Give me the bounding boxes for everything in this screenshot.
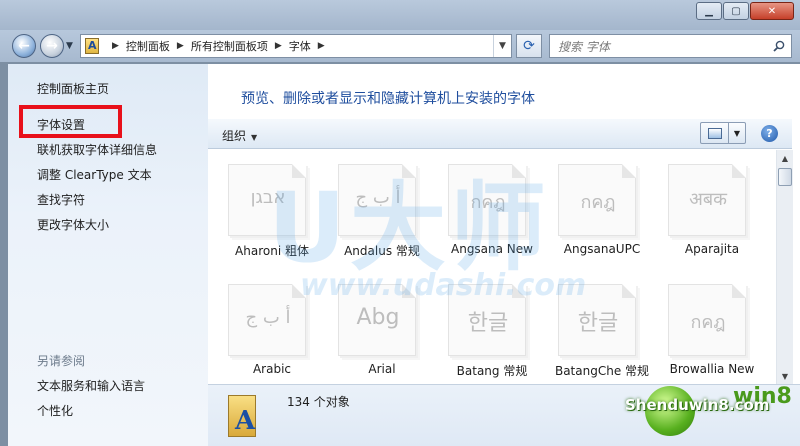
organize-button[interactable]: 组织 ▼ bbox=[222, 127, 257, 144]
organize-label: 组织 bbox=[222, 129, 247, 143]
font-sample: أ ب ج bbox=[245, 307, 291, 328]
get-font-info-online-link[interactable]: 联机获取字体详细信息 bbox=[37, 141, 157, 158]
find-character-link[interactable]: 查找字符 bbox=[37, 191, 85, 208]
back-button[interactable]: ← bbox=[12, 34, 36, 58]
control-panel-home-link[interactable]: 控制面板主页 bbox=[37, 80, 109, 97]
watermark-url: www.udashi.com bbox=[300, 268, 587, 303]
close-button[interactable]: ✕ bbox=[750, 2, 794, 20]
font-sample: Abg bbox=[356, 305, 400, 330]
highlight-box bbox=[19, 105, 122, 138]
font-sample: अबक bbox=[689, 189, 727, 210]
refresh-icon: ⟳ bbox=[523, 38, 535, 54]
fonts-folder-icon bbox=[85, 38, 99, 54]
vertical-scrollbar[interactable]: ▲ ▼ bbox=[776, 150, 793, 384]
adjust-cleartype-link[interactable]: 调整 ClearType 文本 bbox=[37, 166, 152, 183]
breadcrumb-fonts[interactable]: 字体 bbox=[289, 38, 311, 54]
navigation-bar: ← → ▼ ▶ 控制面板 ▶ 所有控制面板项 ▶ 字体 ▶ ▼ ⟳ 搜索 字体 bbox=[0, 30, 800, 62]
personalization-link[interactable]: 个性化 bbox=[37, 402, 73, 419]
font-item[interactable]: अबक Aparajita bbox=[656, 150, 758, 256]
breadcrumb-all-items[interactable]: 所有控制面板项 bbox=[191, 38, 268, 54]
address-dropdown[interactable]: ▼ bbox=[493, 35, 511, 57]
font-name: BatangChe 常规 bbox=[554, 364, 650, 378]
font-sample: 한글 bbox=[467, 311, 509, 336]
font-preview: أ ب ج bbox=[228, 284, 306, 356]
view-icon[interactable] bbox=[701, 123, 729, 143]
font-sample: 한글 bbox=[577, 311, 619, 336]
font-preview: अबक bbox=[668, 164, 746, 236]
site-logo-watermark: win8 Shenduwin8.com bbox=[625, 382, 800, 446]
refresh-button[interactable]: ⟳ bbox=[516, 34, 542, 58]
window-controls: ▁ ▢ ✕ bbox=[695, 2, 794, 20]
change-font-size-link[interactable]: 更改字体大小 bbox=[37, 216, 109, 233]
breadcrumb-separator[interactable]: ▶ bbox=[112, 41, 119, 51]
font-name: Arabic bbox=[252, 362, 292, 376]
font-name: Aparajita bbox=[684, 242, 740, 256]
maximize-button[interactable]: ▢ bbox=[723, 2, 749, 20]
fonts-folder-icon: A bbox=[228, 395, 256, 437]
item-count: 134 个对象 bbox=[287, 395, 350, 409]
address-bar[interactable]: ▶ 控制面板 ▶ 所有控制面板项 ▶ 字体 ▶ ▼ bbox=[80, 34, 512, 58]
search-input[interactable]: 搜索 字体 bbox=[549, 34, 792, 58]
see-also-heading: 另请参阅 bbox=[37, 354, 86, 368]
font-sample: กคฎ bbox=[690, 312, 726, 333]
title-bar: ▁ ▢ ✕ bbox=[0, 0, 800, 30]
search-placeholder: 搜索 字体 bbox=[558, 39, 610, 54]
text-services-link[interactable]: 文本服务和输入语言 bbox=[37, 377, 145, 394]
command-bar: 组织 ▼ ▼ ? bbox=[208, 119, 792, 149]
watermark-logo: U大师 bbox=[268, 172, 550, 284]
breadcrumb-control-panel[interactable]: 控制面板 bbox=[126, 38, 170, 54]
minimize-button[interactable]: ▁ bbox=[696, 2, 722, 20]
font-name: Browallia New bbox=[669, 362, 755, 376]
scroll-up-icon[interactable]: ▲ bbox=[777, 150, 793, 166]
chevron-down-icon: ▼ bbox=[251, 133, 258, 142]
scroll-thumb[interactable] bbox=[778, 168, 792, 186]
font-name: Batang 常规 bbox=[456, 364, 528, 378]
page-title: 预览、删除或者显示和隐藏计算机上安装的字体 bbox=[241, 91, 535, 107]
breadcrumb-separator[interactable]: ▶ bbox=[318, 41, 325, 51]
logo-text: Shenduwin8.com bbox=[625, 396, 770, 414]
font-name: Arial bbox=[368, 362, 396, 376]
view-dropdown[interactable]: ▼ bbox=[729, 123, 745, 143]
search-icon[interactable] bbox=[773, 40, 785, 52]
help-icon[interactable]: ? bbox=[761, 125, 778, 142]
forward-button[interactable]: → bbox=[40, 34, 64, 58]
history-dropdown[interactable]: ▼ bbox=[66, 41, 73, 51]
breadcrumb-separator[interactable]: ▶ bbox=[275, 41, 282, 51]
font-preview: กคฎ bbox=[668, 284, 746, 356]
breadcrumb-separator[interactable]: ▶ bbox=[177, 41, 184, 51]
forward-icon: → bbox=[46, 38, 58, 54]
view-button[interactable]: ▼ bbox=[700, 122, 746, 144]
back-icon: ← bbox=[18, 38, 30, 54]
font-item[interactable]: กคฎ Browallia New bbox=[656, 270, 758, 376]
